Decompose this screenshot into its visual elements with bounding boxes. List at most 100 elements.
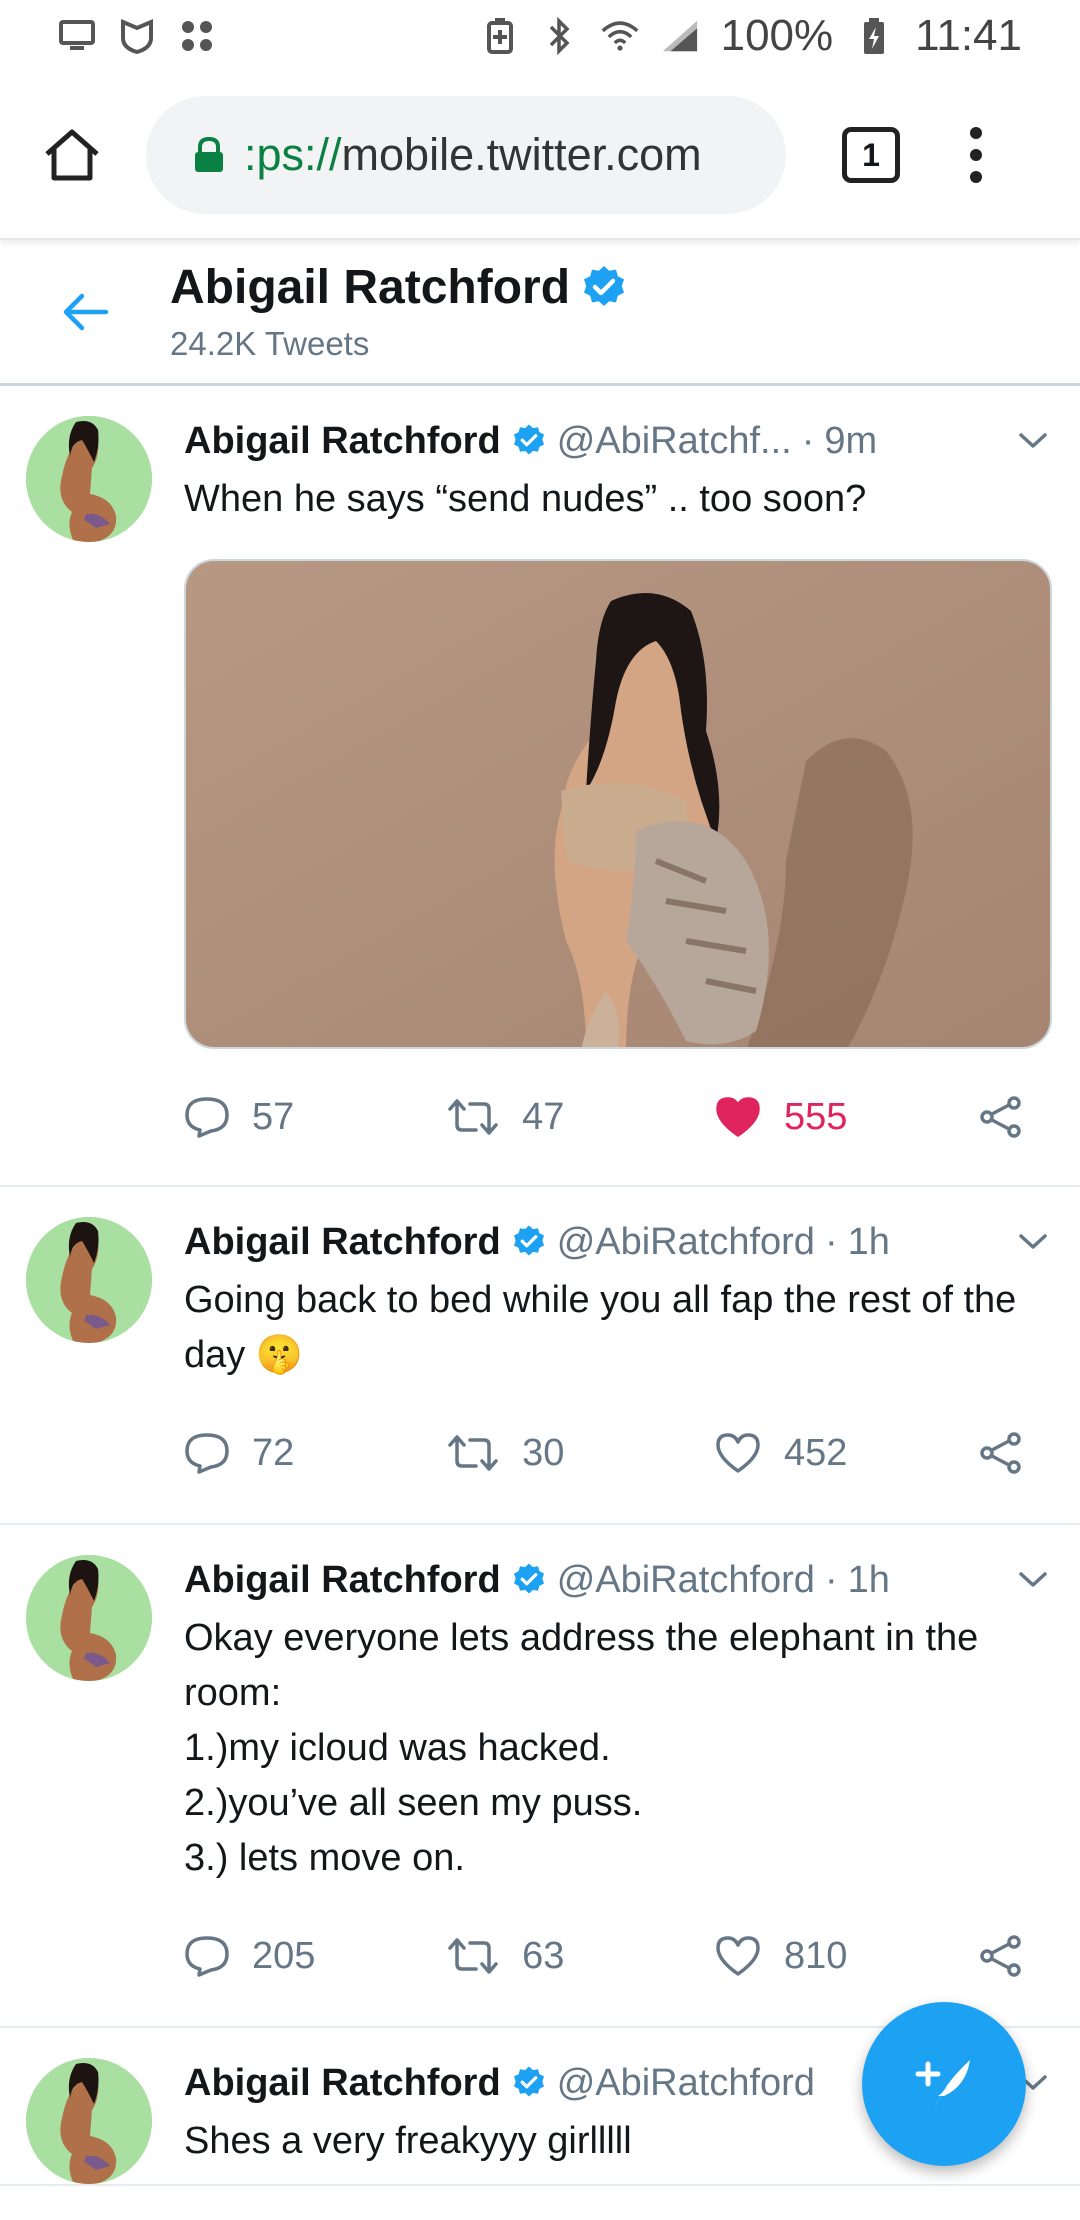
chevron-down-icon (1019, 1234, 1047, 1249)
verified-badge-icon (511, 423, 547, 459)
tweet[interactable]: Abigail Ratchford @AbiRatchf... · 9m Whe… (0, 386, 1080, 1187)
retweet-count: 47 (522, 1095, 565, 1138)
url-host: mobile.twitter.com (341, 129, 702, 180)
retweet-count: 63 (522, 1934, 565, 1977)
tweet-author-handle[interactable]: @AbiRatchford (557, 1221, 815, 1264)
like-button[interactable]: 452 (714, 1432, 978, 1475)
tweet-author-name[interactable]: Abigail Ratchford (184, 420, 501, 463)
tweet[interactable]: Abigail Ratchford @AbiRatchford · 1h Goi… (0, 1187, 1080, 1525)
tweet-count: 24.2K Tweets (170, 325, 370, 362)
reply-icon (184, 1432, 230, 1474)
reply-icon (184, 1935, 230, 1977)
tweet-author-name[interactable]: Abigail Ratchford (184, 2062, 501, 2105)
tweet-text: Okay everyone lets address the elephant … (184, 1617, 979, 1879)
retweet-icon (446, 1097, 500, 1137)
retweet-button[interactable]: 63 (446, 1935, 714, 1978)
tab-switcher-button[interactable]: 1 (842, 127, 900, 183)
reply-count: 72 (252, 1431, 295, 1474)
tweet-options-button[interactable] (1018, 431, 1054, 451)
retweet-button[interactable]: 30 (446, 1432, 714, 1475)
retweet-icon (446, 1936, 500, 1976)
apps-icon (178, 17, 216, 55)
home-icon (45, 129, 99, 181)
profile-header: Abigail Ratchford 24.2K Tweets (0, 240, 1080, 386)
signal-icon (661, 17, 699, 55)
chevron-down-icon (1019, 433, 1047, 448)
tweet-options-button[interactable] (1018, 1232, 1054, 1252)
tweet-timestamp[interactable]: 1h (848, 1559, 890, 1602)
tweet-actions: 57 47 555 (184, 1049, 1054, 1185)
tweet-author-handle[interactable]: @AbiRatchford (557, 1559, 815, 1602)
tweet-author-name[interactable]: Abigail Ratchford (184, 1559, 501, 1602)
compose-tweet-icon (915, 2060, 970, 2110)
tweet-text: Going back to bed while you all fap the … (184, 1279, 1017, 1376)
more-menu-button[interactable] (956, 119, 996, 191)
home-button[interactable] (36, 119, 108, 191)
status-bar: 100% 11:41 (0, 0, 1080, 72)
battery-saver-icon (481, 17, 519, 55)
tweet-author-handle[interactable]: @AbiRatchf... (557, 420, 792, 463)
tweet-timestamp[interactable]: 1h (848, 1221, 890, 1264)
retweet-icon (446, 1433, 500, 1473)
verified-badge-icon (511, 2065, 547, 2101)
arrow-left-icon (63, 293, 109, 330)
shield-icon (118, 17, 156, 55)
monitor-icon (58, 17, 96, 55)
verified-badge-icon (511, 1224, 547, 1260)
url-text: :ps://mobile.twitter.com (244, 129, 702, 181)
separator-dot: · (824, 1220, 838, 1263)
wifi-icon (601, 17, 639, 55)
avatar[interactable] (26, 1217, 152, 1343)
like-count: 555 (783, 1095, 848, 1138)
reply-count: 57 (252, 1095, 295, 1138)
tweet-author-name[interactable]: Abigail Ratchford (184, 1221, 501, 1264)
share-icon (978, 1095, 1024, 1139)
verified-badge-icon (511, 1562, 547, 1598)
avatar[interactable] (26, 416, 152, 542)
share-icon (978, 1431, 1024, 1475)
tweet-actions: 72 30 452 (184, 1383, 1054, 1523)
avatar[interactable] (26, 2058, 152, 2184)
heart-icon (714, 1935, 762, 1977)
like-button[interactable]: 555 (714, 1096, 978, 1139)
tweet[interactable]: Abigail Ratchford @AbiRatchford · 1h Oka… (0, 1525, 1080, 2028)
browser-toolbar: :ps://mobile.twitter.com 1 (0, 72, 1080, 240)
heart-icon (714, 1432, 762, 1474)
lock-icon (195, 136, 223, 172)
reply-button[interactable]: 205 (184, 1935, 446, 1978)
battery-percent: 100% (720, 11, 834, 60)
like-button[interactable]: 810 (714, 1935, 978, 1978)
tweet-text: When he says “send nudes” .. too soon? (184, 478, 867, 520)
back-button[interactable] (0, 239, 170, 385)
avatar[interactable] (26, 1555, 152, 1681)
share-button[interactable] (978, 1431, 1054, 1475)
address-bar[interactable]: :ps://mobile.twitter.com (146, 96, 786, 214)
url-scheme: :ps:// (244, 129, 342, 180)
like-count: 810 (783, 1934, 848, 1977)
tweet-media-image[interactable] (184, 559, 1052, 1049)
share-button[interactable] (978, 1095, 1054, 1139)
battery-charging-icon (855, 17, 893, 55)
reply-button[interactable]: 57 (184, 1096, 446, 1139)
clock: 11:41 (915, 11, 1022, 60)
tweet-timeline: Abigail Ratchford @AbiRatchf... · 9m Whe… (0, 386, 1080, 2186)
retweet-count: 30 (522, 1431, 565, 1474)
profile-name: Abigail Ratchford (170, 261, 571, 314)
chevron-down-icon (1019, 1572, 1047, 1587)
separator-dot: · (801, 419, 815, 462)
tweet-options-button[interactable] (1018, 1570, 1054, 1590)
tweet-author-handle[interactable]: @AbiRatchford (557, 2062, 815, 2105)
heart-icon (714, 1096, 762, 1138)
separator-dot: · (824, 1558, 838, 1601)
bluetooth-icon (541, 17, 579, 55)
share-button[interactable] (978, 1934, 1054, 1978)
share-icon (978, 1934, 1024, 1978)
retweet-button[interactable]: 47 (446, 1096, 714, 1139)
reply-icon (184, 1096, 230, 1138)
like-count: 452 (783, 1431, 848, 1474)
tweet-timestamp[interactable]: 9m (824, 420, 877, 463)
compose-tweet-button[interactable] (862, 2002, 1026, 2166)
reply-count: 205 (252, 1934, 316, 1977)
reply-button[interactable]: 72 (184, 1432, 446, 1475)
verified-badge-icon (584, 265, 625, 306)
